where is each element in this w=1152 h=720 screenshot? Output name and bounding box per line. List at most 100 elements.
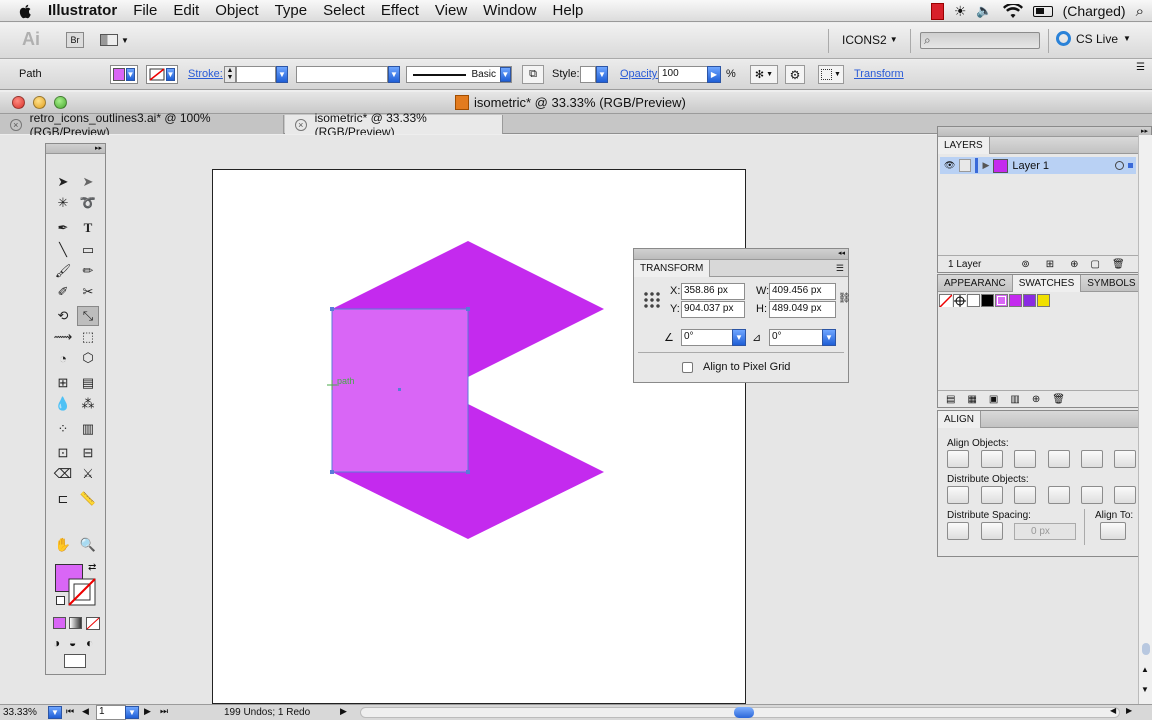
w-field[interactable]: 409.456 px (769, 283, 836, 300)
target-circle-icon[interactable] (1115, 161, 1124, 170)
next-artboard-button[interactable]: ▶ (144, 706, 151, 717)
show-swatch-kinds-icon[interactable]: ▦ (967, 394, 976, 405)
new-color-group-icon[interactable]: ▥ (1010, 394, 1019, 405)
artboard-number-field[interactable]: 1 (96, 705, 126, 720)
swatch-yellow[interactable] (1037, 294, 1050, 307)
distribute-top-button[interactable] (947, 486, 969, 504)
rectangle-tool[interactable]: ▭ (77, 240, 99, 260)
scroll-right-arrow[interactable]: ▶ (1126, 706, 1132, 715)
make-clipping-mask-icon[interactable]: ⊞ (1046, 259, 1054, 270)
shape-builder-tool[interactable]: ◔ (52, 348, 74, 368)
reference-point-locator-icon[interactable] (643, 291, 661, 309)
swatch-none[interactable] (939, 294, 952, 307)
paintbrush-tool[interactable]: 🖌 (52, 261, 74, 281)
tab-appearance[interactable]: APPEARANC (938, 274, 1013, 292)
h-field[interactable]: 489.049 px (769, 301, 836, 318)
scroll-down-arrow[interactable]: ▼ (1141, 685, 1149, 694)
selection-tool[interactable]: ➤ (52, 172, 74, 192)
lasso-tool[interactable]: ➰ (77, 193, 99, 213)
column-graph-tool[interactable]: ▥ (77, 419, 99, 439)
magic-wand-tool[interactable]: ✳ (52, 193, 74, 213)
swatch-registration[interactable] (953, 294, 966, 307)
previous-artboard-button[interactable]: ◀ (82, 706, 89, 717)
crop-area-tool[interactable]: ⊏ (52, 489, 74, 509)
horizontal-align-center-button[interactable] (981, 450, 1003, 468)
swatch-white[interactable] (967, 294, 980, 307)
eyedropper-tool[interactable]: 💧 (52, 394, 74, 414)
first-artboard-button[interactable]: ⏮ (66, 706, 74, 717)
draw-behind-icon[interactable]: ◒ (69, 636, 76, 650)
new-sublayer-icon[interactable]: ⊕ (1070, 259, 1078, 270)
zoom-dropdown-icon[interactable]: ▼ (48, 706, 62, 719)
vertical-scrollbar[interactable]: ▲ ▼ (1138, 135, 1152, 704)
direct-selection-tool[interactable]: ➤ (77, 172, 99, 192)
scroll-left-arrow[interactable]: ◀ (1110, 706, 1116, 715)
status-menu-arrow-icon[interactable]: ▶ (340, 706, 347, 717)
measure-tool[interactable]: 📏 (77, 489, 99, 509)
color-mode-icon[interactable] (53, 617, 66, 629)
slice-tool[interactable]: ⊟ (77, 443, 99, 463)
scale-tool[interactable]: ⤡ (77, 306, 99, 326)
trash-icon[interactable]: 🗑 (1112, 259, 1125, 270)
tools-panel-header[interactable]: ▸▸ (46, 144, 105, 154)
last-artboard-button[interactable]: ⏭ (160, 706, 168, 717)
distribute-bottom-button[interactable] (1014, 486, 1036, 504)
draw-inside-icon[interactable]: ◐ (86, 636, 93, 650)
locate-object-icon[interactable]: ⊚ (1021, 259, 1029, 270)
screen-mode-icon[interactable] (64, 654, 86, 668)
tab-transform[interactable]: TRANSFORM (634, 259, 711, 277)
blob-brush-tool[interactable]: ✐ (52, 282, 74, 302)
knife-tool[interactable]: ⚔ (77, 464, 99, 484)
zoom-field[interactable]: 33.33% (3, 707, 37, 718)
swatch-magenta[interactable] (1009, 294, 1022, 307)
selection-handle[interactable] (466, 470, 470, 474)
free-transform-tool[interactable]: ⬚ (77, 327, 99, 347)
zoom-tool[interactable]: 🔍 (77, 535, 99, 555)
lock-toggle[interactable] (959, 159, 972, 172)
horizontal-scroll-thumb[interactable] (734, 707, 754, 718)
swatch-libraries-icon[interactable]: ▤ (946, 394, 955, 405)
layers-panel-grip[interactable]: ▸▸ (938, 127, 1151, 137)
rotate-tool[interactable]: ⟲ (52, 306, 74, 326)
perspective-grid-tool[interactable]: ⬡ (77, 348, 99, 368)
shear-field[interactable]: 0° (769, 329, 823, 346)
artboard-tool[interactable]: ⊡ (52, 443, 74, 463)
scroll-up-arrow[interactable]: ▲ (1141, 665, 1149, 674)
selection-indicator[interactable] (1128, 163, 1133, 168)
eraser-tool[interactable]: ⌫ (52, 464, 74, 484)
pen-tool[interactable]: ✒ (52, 218, 74, 238)
selection-handle[interactable] (466, 307, 470, 311)
align-pixel-grid-checkbox[interactable] (682, 362, 693, 373)
gradient-tool[interactable]: ▤ (77, 373, 99, 393)
line-segment-tool[interactable]: ╲ (52, 240, 74, 260)
tab-symbols[interactable]: SYMBOLS (1081, 274, 1143, 292)
tab-swatches[interactable]: SWATCHES (1012, 274, 1082, 292)
horizontal-align-right-button[interactable] (1014, 450, 1036, 468)
selection-handle[interactable] (330, 470, 334, 474)
vertical-align-bottom-button[interactable] (1114, 450, 1136, 468)
rotate-dropdown-icon[interactable]: ▼ (732, 329, 746, 346)
layer-row[interactable]: 👁 ▶ Layer 1 (940, 157, 1136, 174)
x-field[interactable]: 358.86 px (681, 283, 745, 300)
visibility-eye-icon[interactable]: 👁 (944, 160, 955, 171)
blend-tool[interactable]: ⁂ (77, 394, 99, 414)
align-to-selection-button[interactable] (1100, 522, 1126, 540)
tab-layers[interactable]: LAYERS (938, 136, 990, 154)
distribute-horizontal-center-button[interactable] (1081, 486, 1103, 504)
mesh-tool[interactable]: ⊞ (52, 373, 74, 393)
default-colors-icon[interactable] (56, 596, 65, 605)
expand-triangle-icon[interactable]: ▶ (982, 160, 989, 171)
panel-menu-icon[interactable]: ☰ (836, 263, 844, 274)
transform-panel-grip[interactable]: ◂◂ (634, 249, 848, 260)
vertical-align-top-button[interactable] (1048, 450, 1070, 468)
vertical-distribute-space-button[interactable] (947, 522, 969, 540)
trash-icon[interactable]: 🗑 (1052, 394, 1065, 405)
constrain-proportions-link-icon[interactable]: ⛓ (838, 293, 851, 304)
distribute-left-button[interactable] (1048, 486, 1070, 504)
new-layer-icon[interactable]: ▢ (1091, 259, 1100, 270)
rotate-field[interactable]: 0° (681, 329, 733, 346)
swap-fill-stroke-icon[interactable]: ⇄ (88, 562, 96, 573)
type-tool[interactable]: T (77, 218, 99, 238)
draw-normal-icon[interactable]: ◑ (53, 636, 60, 650)
shear-dropdown-icon[interactable]: ▼ (822, 329, 836, 346)
